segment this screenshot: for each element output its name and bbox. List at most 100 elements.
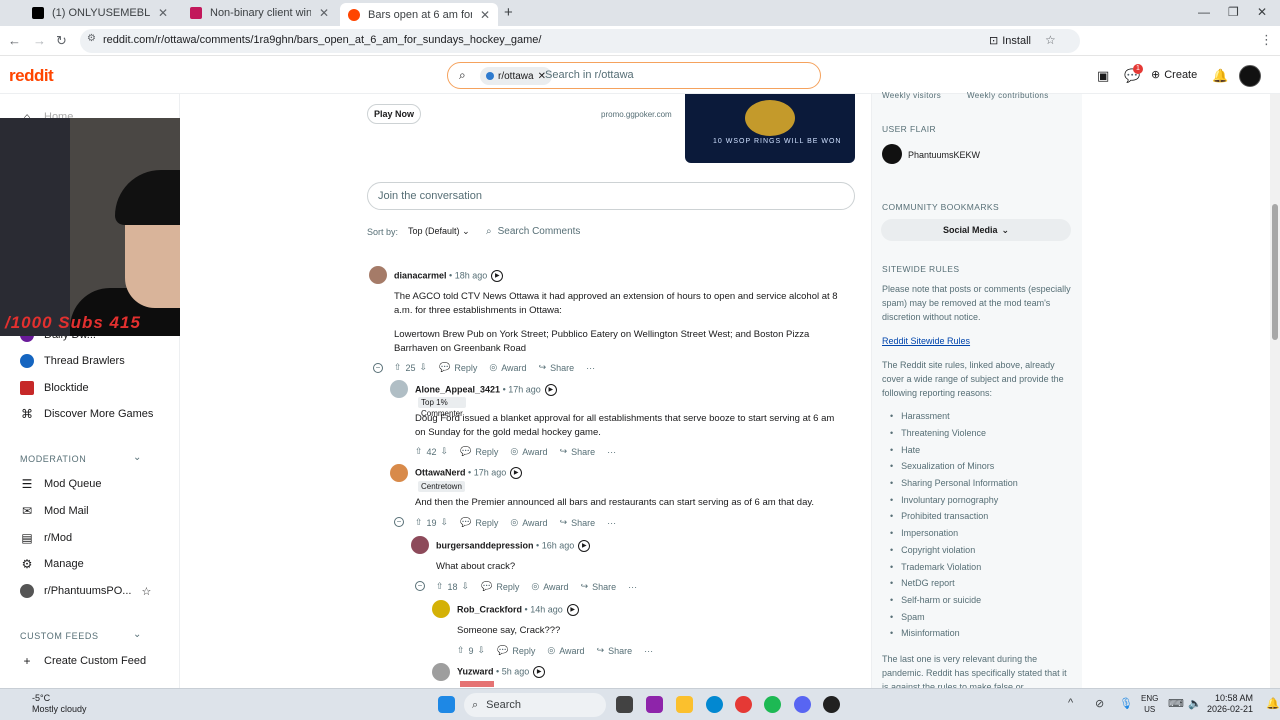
notifications-icon[interactable]: 🔔 [1266,697,1280,710]
reply-button[interactable]: 💬 Reply [497,645,535,656]
award-button[interactable]: ◎ Award [510,446,547,457]
vote-control[interactable]: ⇧ 9 ⇩ [457,645,485,656]
user-flair-name[interactable]: PhantuumsKEKW [908,150,980,160]
browser-menu-icon[interactable]: ⋮ [1260,32,1273,48]
sidebar-item-thread-brawlers[interactable]: Thread Brawlers [20,352,125,370]
ad-banner-image[interactable]: 10 WSOP RINGS WILL BE WON [685,94,855,163]
comment-author[interactable]: burgersanddepression • 16h ago ▶ [436,540,591,552]
chevron-up-icon[interactable]: ^ [1068,697,1073,709]
avatar[interactable] [390,380,408,398]
search-comments-button[interactable]: ⌕ Search Comments [476,220,590,242]
collapse-icon[interactable]: − [394,517,404,527]
edge-icon[interactable] [706,696,723,713]
tab-reddit[interactable]: Bars open at 6 am for Sundays ✕ [340,3,498,26]
flair-avatar[interactable] [882,144,902,164]
avatar[interactable] [390,464,408,482]
vote-control[interactable]: ⇧ 42 ⇩ [415,446,448,457]
sidebar-item-discover-games[interactable]: ⌘ Discover More Games [20,405,153,423]
avatar[interactable] [432,663,450,681]
mic-icon[interactable]: 🎙 [1119,697,1133,710]
play-icon[interactable]: ▶ [533,666,546,678]
address-bar[interactable]: ⚙ reddit.com/r/ottawa/comments/1ra9ghn/b… [80,29,1080,53]
play-icon[interactable]: ▶ [566,604,579,616]
discord-icon[interactable] [794,696,811,713]
spotify-icon[interactable] [764,696,781,713]
award-button[interactable]: ◎ Award [489,362,526,373]
bell-icon[interactable]: 🔔 [1212,68,1228,84]
more-options-icon[interactable]: ··· [607,518,616,528]
custom-feeds-heading[interactable]: CUSTOM FEEDS [20,631,99,641]
volume-icon[interactable]: 🔈 [1188,697,1202,710]
close-icon[interactable]: ✕ [158,6,168,20]
search-bar[interactable]: ⌕ r/ottawa ✕ Search in r/ottawa [447,62,821,89]
sidebar-item-blocktide[interactable]: Blocktide [20,379,89,397]
share-button[interactable]: ↪ Share [539,362,575,373]
obs-icon[interactable] [823,696,840,713]
task-view-icon[interactable] [616,696,633,713]
start-icon[interactable] [438,696,455,713]
play-now-button[interactable]: Play Now [367,104,422,124]
user-avatar[interactable] [1239,65,1261,87]
search-input[interactable]: Search in r/ottawa [545,69,634,81]
avatar[interactable] [369,266,387,284]
vote-control[interactable]: ⇧ 19 ⇩ [415,517,448,528]
language-indicator[interactable]: ENG US [1141,693,1158,715]
star-icon[interactable]: ☆ [141,585,151,598]
award-button[interactable]: ◎ Award [531,581,568,592]
reply-button[interactable]: 💬 Reply [460,446,498,457]
social-media-button[interactable]: Social Media ⌄ [881,219,1071,241]
new-tab-icon[interactable]: + [504,4,513,21]
play-icon[interactable]: ▶ [544,384,557,396]
advertise-icon[interactable]: ▣ [1097,68,1109,84]
sidebar-item-create-feed[interactable]: + Create Custom Feed [20,652,146,670]
sidebar-item-community[interactable]: r/PhantuumsPO... ☆ [20,582,151,600]
tab-search[interactable]: (1) ONLYUSEMEBLADE - Search ✕ [24,3,176,23]
comment-input[interactable]: Join the conversation [367,182,855,210]
subreddit-chip[interactable]: r/ottawa ✕ [480,67,552,85]
copilot-icon[interactable] [646,696,663,713]
bookmark-star-icon[interactable]: ☆ [1045,33,1056,47]
chevron-down-icon[interactable]: ⌄ [133,629,141,640]
play-icon[interactable]: ▶ [510,467,523,479]
sidebar-item-mod-mail[interactable]: ✉ Mod Mail [20,502,89,520]
minimize-icon[interactable]: — [1198,5,1210,19]
award-button[interactable]: ◎ Award [547,645,584,656]
avatar[interactable] [432,600,450,618]
collapse-icon[interactable]: − [373,363,383,373]
more-options-icon[interactable]: ··· [586,363,595,373]
moderation-heading[interactable]: MODERATION [20,454,86,464]
chrome-icon[interactable] [735,696,752,713]
comment-author[interactable]: Rob_Crackford • 14h ago ▶ [457,604,579,616]
sitewide-rules-link[interactable]: Reddit Sitewide Rules [882,334,1072,348]
url-text[interactable]: reddit.com/r/ottawa/comments/1ra9ghn/bar… [103,34,541,46]
restore-icon[interactable]: ❐ [1228,5,1239,19]
vote-control[interactable]: ⇧ 18 ⇩ [436,581,469,592]
reddit-logo[interactable]: reddit [9,66,54,86]
share-button[interactable]: ↪ Share [560,517,596,528]
reply-button[interactable]: 💬 Reply [481,581,519,592]
create-button[interactable]: ⊕ Create [1151,68,1197,82]
weather-widget[interactable]: -5°C Mostly cloudy [14,693,87,715]
network-icon[interactable]: ⌨ [1168,697,1184,710]
reply-button[interactable]: 💬 Reply [460,517,498,528]
share-button[interactable]: ↪ Share [581,581,617,592]
back-icon[interactable]: ← [8,33,21,48]
install-button[interactable]: ⊡ Install [989,34,1031,48]
ad-domain[interactable]: promo.ggpoker.com [601,110,672,119]
taskbar-search[interactable]: ⌕ Search [464,693,606,717]
close-window-icon[interactable]: ✕ [1257,5,1267,19]
scrollbar[interactable] [1270,94,1280,694]
comment-author[interactable]: OttawaNerd • 17h ago ▶ [415,467,523,479]
clock[interactable]: 10:58 AM 2026-02-21 [1207,693,1253,715]
collapse-icon[interactable]: − [415,581,425,591]
reply-button[interactable]: 💬 Reply [439,362,477,373]
comment-author[interactable]: dianacarmel • 18h ago ▶ [394,270,504,282]
more-options-icon[interactable]: ··· [628,582,637,592]
tab-news[interactable]: Non-binary client wins discrim ✕ [182,3,337,23]
more-options-icon[interactable]: ··· [644,646,653,656]
sort-dropdown[interactable]: Top (Default) ⌄ [408,226,470,237]
more-options-icon[interactable]: ··· [607,447,616,457]
wifi-off-icon[interactable]: ⊘ [1095,697,1104,710]
share-button[interactable]: ↪ Share [560,446,596,457]
reload-icon[interactable]: ↻ [56,33,67,49]
